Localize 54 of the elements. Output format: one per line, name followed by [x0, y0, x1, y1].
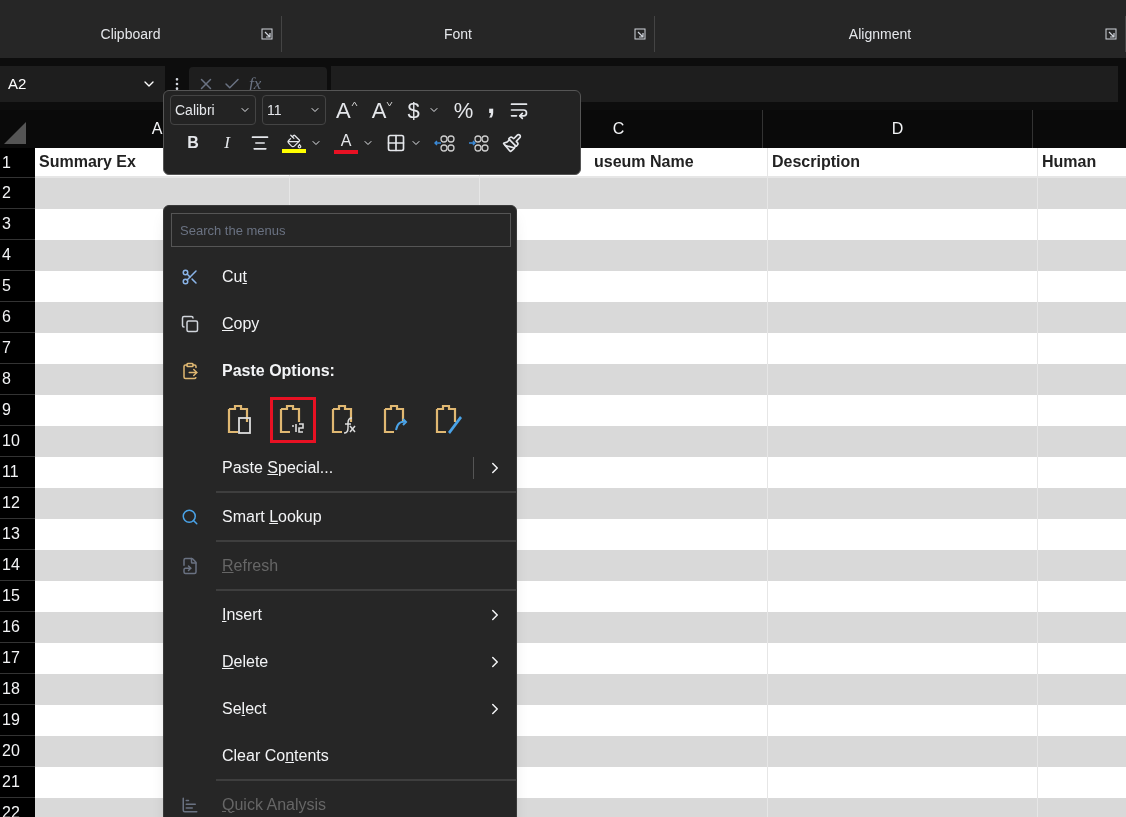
- caret-icon: [386, 101, 394, 107]
- paintbrush-icon: [502, 133, 522, 153]
- menu-item[interactable]: Insert: [164, 589, 516, 638]
- menu-item-label: Paste Special...: [222, 457, 335, 478]
- table-header-cell: Human: [1038, 148, 1126, 178]
- font-name-select[interactable]: Calibri: [170, 95, 256, 125]
- scissors-icon: [181, 267, 199, 286]
- table-header-cell: Description: [768, 148, 1038, 178]
- caret-icon: [350, 101, 358, 107]
- copy-icon: [181, 314, 199, 333]
- menu-item-label: Smart Lookup: [222, 506, 323, 527]
- decrease-decimal-icon: [468, 133, 490, 153]
- currency-button[interactable]: $: [403, 95, 444, 125]
- ribbon-group-label: Font: [443, 24, 473, 44]
- menu-item-label: Select: [222, 698, 268, 719]
- paste-clipboard-icon: [434, 403, 464, 436]
- dialog-launcher-icon[interactable]: [261, 28, 273, 40]
- menu-item[interactable]: Clear Contents: [164, 732, 516, 779]
- shrink-font-button[interactable]: A: [367, 95, 398, 125]
- search-icon: [181, 507, 199, 526]
- ribbon-group-label: Alignment: [847, 24, 913, 44]
- menu-item-label: Delete: [222, 651, 270, 672]
- menu-item[interactable]: Cut: [164, 253, 516, 300]
- menu-item-label: Cut: [222, 266, 248, 287]
- menu-item[interactable]: Smart Lookup: [164, 491, 516, 540]
- menu-item[interactable]: Delete: [164, 638, 516, 685]
- menu-item-label: Clear Contents: [222, 745, 330, 766]
- increase-decimal-icon: [434, 133, 456, 153]
- grow-font-button[interactable]: A: [332, 95, 362, 125]
- menu-item-label: Insert: [222, 604, 264, 625]
- clipboard-icon: [181, 362, 199, 380]
- name-box[interactable]: A2: [0, 66, 165, 102]
- menu-item-label: Refresh: [222, 555, 280, 576]
- select-all-icon[interactable]: [4, 122, 26, 144]
- font-size-select[interactable]: 11: [262, 95, 326, 125]
- grid-icon: [386, 133, 406, 153]
- align-center-icon: [250, 133, 270, 153]
- percent-button[interactable]: %: [449, 95, 478, 125]
- dialog-launcher-icon[interactable]: [634, 28, 646, 40]
- menu-section-heading: Paste Options:: [222, 361, 335, 381]
- paint-bucket-icon: [286, 133, 302, 149]
- search-field[interactable]: Search the menus: [171, 213, 511, 247]
- menu-item[interactable]: Select: [164, 685, 516, 732]
- menu-item-label: Copy: [222, 313, 261, 334]
- menu-item-label: Quick Analysis: [222, 794, 328, 815]
- font-color-button[interactable]: A: [330, 128, 378, 158]
- document-icon: [181, 556, 199, 575]
- menu-item[interactable]: Paste Special...: [164, 444, 516, 491]
- ribbon-group-label: Clipboard: [99, 24, 162, 44]
- wrap-text-icon: [508, 100, 529, 120]
- menu-item[interactable]: Copy: [164, 300, 516, 347]
- paste-option-button[interactable]: [270, 396, 316, 443]
- chart-icon: [181, 795, 199, 814]
- dialog-launcher-icon[interactable]: [1105, 28, 1117, 40]
